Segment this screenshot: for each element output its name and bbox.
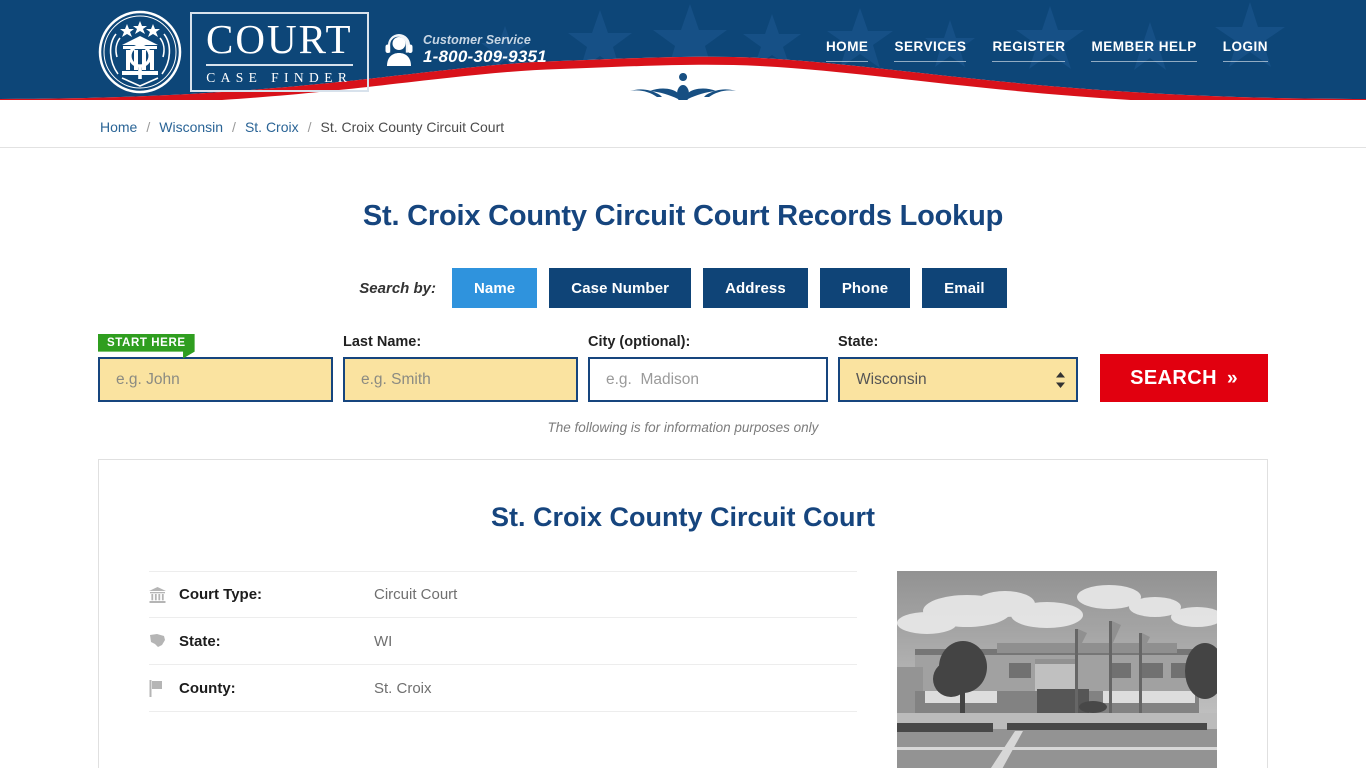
eagle-emblem-icon <box>630 73 736 100</box>
breadcrumb: Home / Wisconsin / St. Croix / St. Croix… <box>0 107 1366 148</box>
last-name-field-group: Last Name: <box>343 334 578 402</box>
customer-service-label: Customer Service <box>423 33 531 47</box>
search-by-label: Search by: <box>359 279 436 297</box>
courthouse-photo <box>897 571 1217 768</box>
tab-name[interactable]: Name <box>452 268 538 308</box>
detail-key: County: <box>179 679 236 697</box>
search-form: START HERE First Name: Last Name: City (… <box>0 334 1366 435</box>
city-label: City (optional): <box>588 334 691 350</box>
last-name-label: Last Name: <box>343 334 422 350</box>
table-row: State: WI <box>149 618 857 665</box>
city-input[interactable] <box>588 357 828 402</box>
search-button[interactable]: SEARCH » <box>1100 354 1268 402</box>
breadcrumb-item-current: St. Croix County Circuit Court <box>320 119 505 135</box>
information-note: The following is for information purpose… <box>547 420 819 435</box>
breadcrumb-separator: / <box>307 119 312 135</box>
court-card-title: St. Croix County Circuit Court <box>491 502 875 532</box>
first-name-input[interactable] <box>98 357 333 402</box>
detail-key: State: <box>179 632 221 650</box>
state-label: State: <box>838 334 879 350</box>
search-by-tabs: Search by: Name Case Number Address Phon… <box>0 268 1366 308</box>
tab-phone[interactable]: Phone <box>819 268 911 308</box>
page-title: St. Croix County Circuit Court Records L… <box>362 200 1004 232</box>
tab-case-number[interactable]: Case Number <box>549 268 692 308</box>
table-row: County: St. Croix <box>149 665 857 712</box>
search-fields-row: First Name: Last Name: City (optional): … <box>98 334 1268 402</box>
tab-address[interactable]: Address <box>703 268 808 308</box>
flag-icon <box>149 679 179 697</box>
court-card-body: Court Type: Circuit Court State: WI Coun… <box>149 533 1217 768</box>
tab-email[interactable]: Email <box>922 268 1007 308</box>
search-button-label: SEARCH <box>1130 366 1217 389</box>
detail-value: Circuit Court <box>374 586 458 603</box>
breadcrumb-item-home[interactable]: Home <box>100 119 137 135</box>
court-details-table: Court Type: Circuit Court State: WI Coun… <box>149 571 857 712</box>
breadcrumb-item-wisconsin[interactable]: Wisconsin <box>159 119 223 135</box>
site-header: COURT CASE FINDER Customer Service 1-800… <box>0 0 1366 100</box>
last-name-input[interactable] <box>343 357 578 402</box>
detail-key: Court Type: <box>179 586 263 603</box>
bank-icon <box>149 586 179 603</box>
detail-value: WI <box>374 632 393 650</box>
breadcrumb-separator: / <box>146 119 151 135</box>
city-field-group: City (optional): <box>588 334 828 402</box>
breadcrumb-item-st-croix[interactable]: St. Croix <box>245 119 299 135</box>
breadcrumb-separator: / <box>232 119 236 135</box>
table-row: Court Type: Circuit Court <box>149 571 857 618</box>
state-select[interactable]: Wisconsin <box>838 357 1078 402</box>
state-field-group: State: Wisconsin <box>838 334 1078 402</box>
court-info-card: St. Croix County Circuit Court Court Typ… <box>98 459 1268 768</box>
detail-value: St. Croix <box>374 679 432 697</box>
map-state-icon <box>149 633 179 649</box>
chevron-right-icon: » <box>1226 367 1238 389</box>
